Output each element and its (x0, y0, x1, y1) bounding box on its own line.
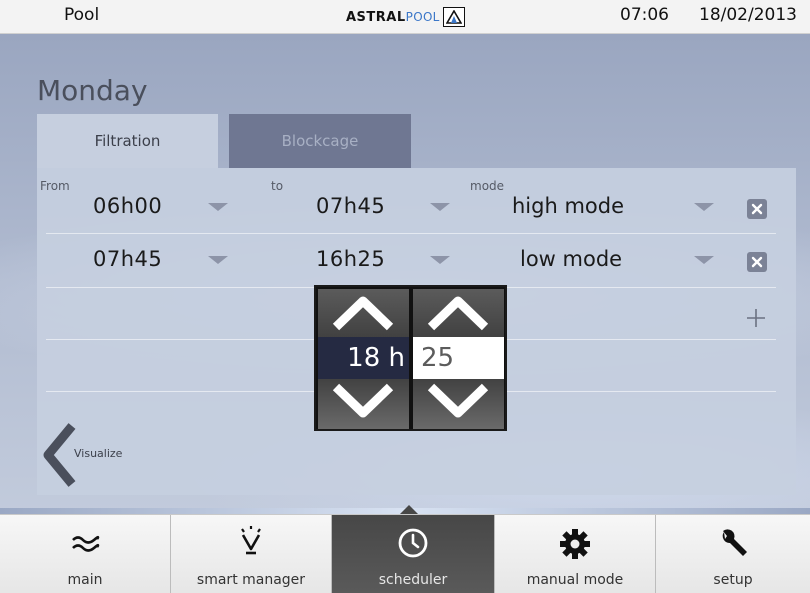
minute-value[interactable]: 25 (413, 337, 504, 379)
row2-to-dropdown-icon[interactable] (430, 256, 450, 264)
logo-mark-icon (442, 7, 465, 27)
visualize-label: Visualize (74, 447, 123, 460)
row2-from-value[interactable]: 07h45 (93, 247, 162, 271)
nav-manual-mode[interactable]: manual mode (495, 515, 655, 593)
row1-from-value[interactable]: 06h00 (93, 194, 162, 218)
hour-up-icon[interactable] (330, 291, 397, 335)
row2-to-value[interactable]: 16h25 (316, 247, 385, 271)
row-divider (46, 233, 776, 234)
row2-mode-value[interactable]: low mode (520, 247, 622, 271)
add-row-icon[interactable] (743, 305, 769, 331)
nav-scheduler[interactable]: scheduler (332, 515, 494, 593)
nav-label: scheduler (378, 572, 448, 588)
lightbulb-icon (233, 525, 269, 561)
gear-icon (558, 527, 592, 565)
nav-smart-manager[interactable]: smart manager (171, 515, 331, 593)
bottom-nav: main smart manager scheduler manual mode… (0, 514, 810, 593)
row2-mode-dropdown-icon[interactable] (694, 256, 714, 264)
nav-label: main (67, 572, 103, 588)
visualize-button[interactable]: Visualize (40, 420, 150, 490)
row1-to-dropdown-icon[interactable] (430, 203, 450, 211)
nav-main[interactable]: main (0, 515, 170, 593)
row2-from-dropdown-icon[interactable] (208, 256, 228, 264)
from-column-label: From (40, 179, 70, 193)
row1-delete-icon[interactable] (747, 199, 767, 219)
hour-down-icon[interactable] (330, 379, 397, 423)
waves-icon (70, 529, 100, 561)
row1-from-dropdown-icon[interactable] (208, 203, 228, 211)
wrench-icon (716, 527, 750, 565)
row1-to-value[interactable]: 07h45 (316, 194, 385, 218)
brand-strong: ASTRAL (346, 9, 406, 25)
minute-down-icon[interactable] (425, 379, 492, 423)
row2-delete-icon[interactable] (747, 252, 767, 272)
astralpool-logo: ASTRAL POOL (346, 6, 482, 28)
row1-mode-dropdown-icon[interactable] (694, 203, 714, 211)
tab-blockcage[interactable]: Blockcage (229, 114, 411, 168)
minute-up-icon[interactable] (425, 291, 492, 335)
hour-value[interactable]: 18 h (318, 337, 409, 379)
brand-light: POOL (405, 10, 440, 24)
clock-time: 07:06 (620, 5, 669, 25)
nav-label: manual mode (526, 572, 624, 588)
clock-icon (397, 527, 429, 563)
nav-label: setup (713, 572, 753, 588)
day-title: Monday (37, 74, 148, 107)
mode-column-label: mode (470, 179, 505, 193)
clock-date: 18/02/2013 (699, 5, 797, 25)
tab-filtration[interactable]: Filtration (37, 114, 218, 168)
nav-label: smart manager (196, 572, 306, 588)
to-column-label: to (271, 179, 284, 193)
status-bar: Pool ASTRAL POOL 07:06 18/02/2013 (0, 0, 810, 34)
row1-mode-value[interactable]: high mode (512, 194, 624, 218)
time-picker[interactable]: 18 h 25 (314, 285, 507, 431)
app-title: Pool (64, 5, 100, 25)
nav-setup[interactable]: setup (656, 515, 810, 593)
